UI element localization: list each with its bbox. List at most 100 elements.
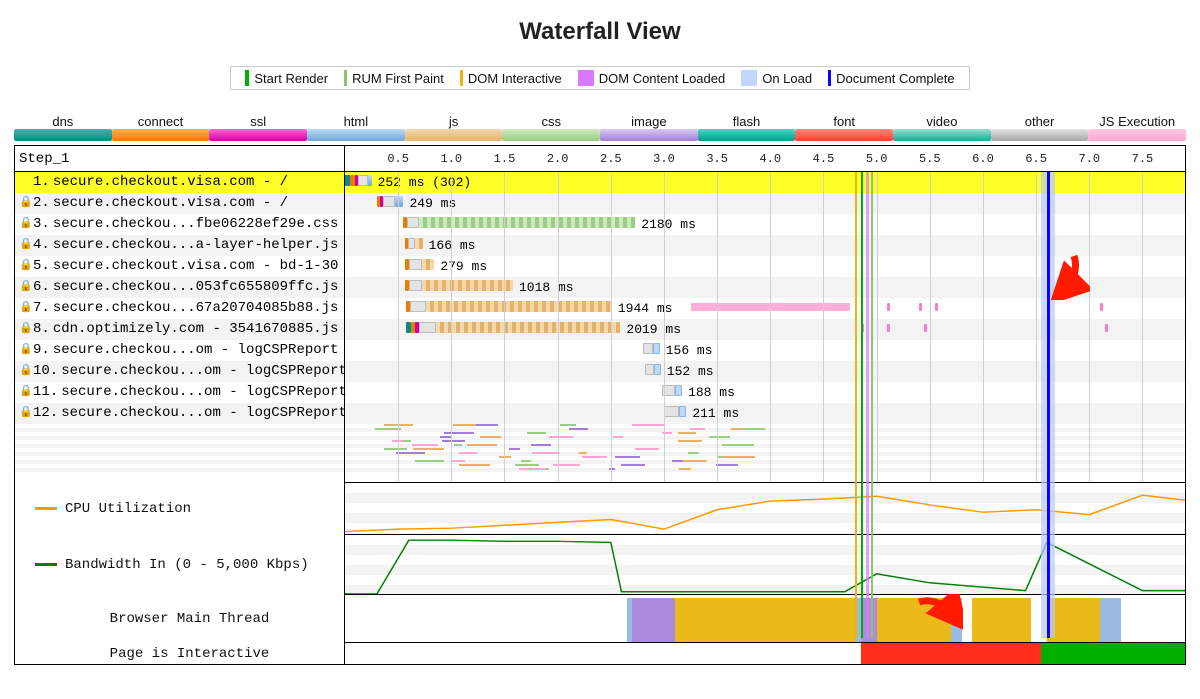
request-label[interactable]: 🔒8. cdn.optimizely.com - 3541670885.js	[15, 319, 344, 340]
type-label: JS Execution	[1088, 114, 1186, 129]
request-bar[interactable]: 249 ms	[345, 193, 1185, 214]
request-time: 249 ms	[409, 193, 456, 214]
segment-js	[415, 238, 422, 249]
lock-icon: 🔒	[19, 361, 30, 382]
type-font: font	[795, 114, 893, 143]
milestone-document-complete: Document Complete	[822, 70, 961, 86]
segment-html	[395, 196, 404, 207]
collapsed-bars	[345, 424, 1185, 472]
lock-icon: 🔒	[19, 277, 30, 298]
request-label[interactable]: 🔒12. secure.checkou...om - logCSPReport	[15, 403, 344, 424]
request-index: 7.	[33, 298, 50, 319]
request-url: secure.checkou...a-layer-helper.js	[53, 235, 339, 256]
request-index: 4.	[33, 235, 50, 256]
axis-tick: 5.0	[866, 146, 888, 172]
request-bar[interactable]: 2180 ms	[345, 214, 1185, 235]
lock-icon: 🔒	[19, 235, 30, 256]
request-time: 279 ms	[440, 256, 487, 277]
milestone-label: On Load	[762, 71, 812, 86]
segment-img	[654, 364, 660, 375]
segment-wait	[664, 406, 679, 417]
milestone-mark	[344, 70, 347, 86]
request-url: secure.checkout.visa.com - bd-1-30	[53, 256, 339, 277]
request-bar[interactable]: 211 ms	[345, 403, 1185, 424]
lock-icon: 🔒	[19, 382, 30, 403]
request-label[interactable]: 1. secure.checkout.visa.com - /	[15, 172, 344, 193]
type-bar	[1088, 129, 1186, 141]
request-bar[interactable]: 2019 ms	[345, 319, 1185, 340]
request-bar[interactable]: 156 ms	[345, 340, 1185, 361]
mainthread-label: Browser Main Thread	[110, 611, 270, 627]
request-index: 6.	[33, 277, 50, 298]
request-bar[interactable]: 166 ms	[345, 235, 1185, 256]
request-label[interactable]: 🔒2. secure.checkout.visa.com - /	[15, 193, 344, 214]
type-bar	[600, 129, 698, 141]
axis-tick: 3.5	[706, 146, 728, 172]
request-bar[interactable]: 152 ms	[345, 361, 1185, 382]
segment-js	[422, 259, 435, 270]
interactive-span-interactive	[1041, 643, 1185, 664]
type-video: video	[893, 114, 991, 143]
request-label[interactable]: 🔒10. secure.checkou...om - logCSPReport	[15, 361, 344, 382]
type-label: html	[307, 114, 405, 129]
type-label: dns	[14, 114, 112, 129]
axis-tick: 2.5	[600, 146, 622, 172]
request-bar[interactable]: 279 ms	[345, 256, 1185, 277]
segment-img	[653, 343, 659, 354]
request-url: secure.checkou...om - logCSPReport	[61, 361, 347, 382]
request-bar[interactable]: 252 ms (302)	[345, 172, 1185, 193]
type-label: css	[502, 114, 600, 129]
request-index: 3.	[33, 214, 50, 235]
type-label: other	[991, 114, 1089, 129]
milestone-dom-interactive: DOM Interactive	[454, 70, 568, 86]
request-label[interactable]: 🔒6. secure.checkou...053fc655809ffc.js	[15, 277, 344, 298]
mainthread-row: Browser Main Thread	[345, 594, 1185, 642]
milestone-dom-content-loaded: DOM Content Loaded	[572, 70, 731, 86]
type-bar	[307, 129, 405, 141]
segment-wait	[407, 217, 420, 228]
axis-tick: 1.0	[441, 146, 463, 172]
waterfall-frame: Step_1 1. secure.checkout.visa.com - /🔒2…	[14, 145, 1186, 665]
request-time: 156 ms	[666, 340, 713, 361]
type-bar	[893, 129, 991, 141]
request-time: 1018 ms	[519, 277, 574, 298]
request-label[interactable]: 🔒5. secure.checkout.visa.com - bd-1-30	[15, 256, 344, 277]
segment-js	[426, 301, 612, 312]
request-time: 188 ms	[688, 382, 735, 403]
segment-html	[368, 175, 371, 186]
type-bar	[991, 129, 1089, 141]
segment-wait	[408, 238, 415, 249]
type-flash: flash	[698, 114, 796, 143]
milestone-rum-first-paint: RUM First Paint	[338, 70, 450, 86]
axis-tick: 2.0	[547, 146, 569, 172]
type-ssl: ssl	[209, 114, 307, 143]
lock-icon: 🔒	[19, 256, 30, 277]
bw-row: Bandwidth In (0 - 5,000 Kbps)	[345, 534, 1185, 594]
type-legend: dnsconnectsslhtmljscssimageflashfontvide…	[14, 114, 1186, 143]
request-label[interactable]: 🔒4. secure.checkou...a-layer-helper.js	[15, 235, 344, 256]
request-url: secure.checkou...om - logCSPReport	[61, 403, 347, 424]
request-time: 252 ms (302)	[378, 172, 472, 193]
request-bar[interactable]: 1018 ms	[345, 277, 1185, 298]
type-bar	[209, 129, 307, 141]
request-label[interactable]: 🔒7. secure.checkou...67a20704085b88.js	[15, 298, 344, 319]
axis-tick: 1.5	[494, 146, 516, 172]
segment-wait	[645, 364, 655, 375]
milestone-label: Start Render	[254, 71, 328, 86]
request-label[interactable]: 🔒9. secure.checkou...om - logCSPReport	[15, 340, 344, 361]
axis-tick: 0.5	[387, 146, 409, 172]
request-index: 2.	[33, 193, 50, 214]
mainthread-span-paint	[1100, 598, 1121, 642]
milestone-on-load: On Load	[735, 70, 818, 86]
lock-icon: 🔒	[19, 193, 30, 214]
request-label[interactable]: 🔒3. secure.checkou...fbe06228ef29e.css	[15, 214, 344, 235]
request-bar[interactable]: 188 ms	[345, 382, 1185, 403]
type-dns: dns	[14, 114, 112, 143]
request-label[interactable]: 🔒11. secure.checkou...om - logCSPReport	[15, 382, 344, 403]
type-connect: connect	[112, 114, 210, 143]
request-time: 2180 ms	[641, 214, 696, 235]
jsexec-dot	[935, 303, 938, 311]
event-start	[861, 172, 863, 638]
type-bar	[698, 129, 796, 141]
request-bar[interactable]: 1944 ms	[345, 298, 1185, 319]
